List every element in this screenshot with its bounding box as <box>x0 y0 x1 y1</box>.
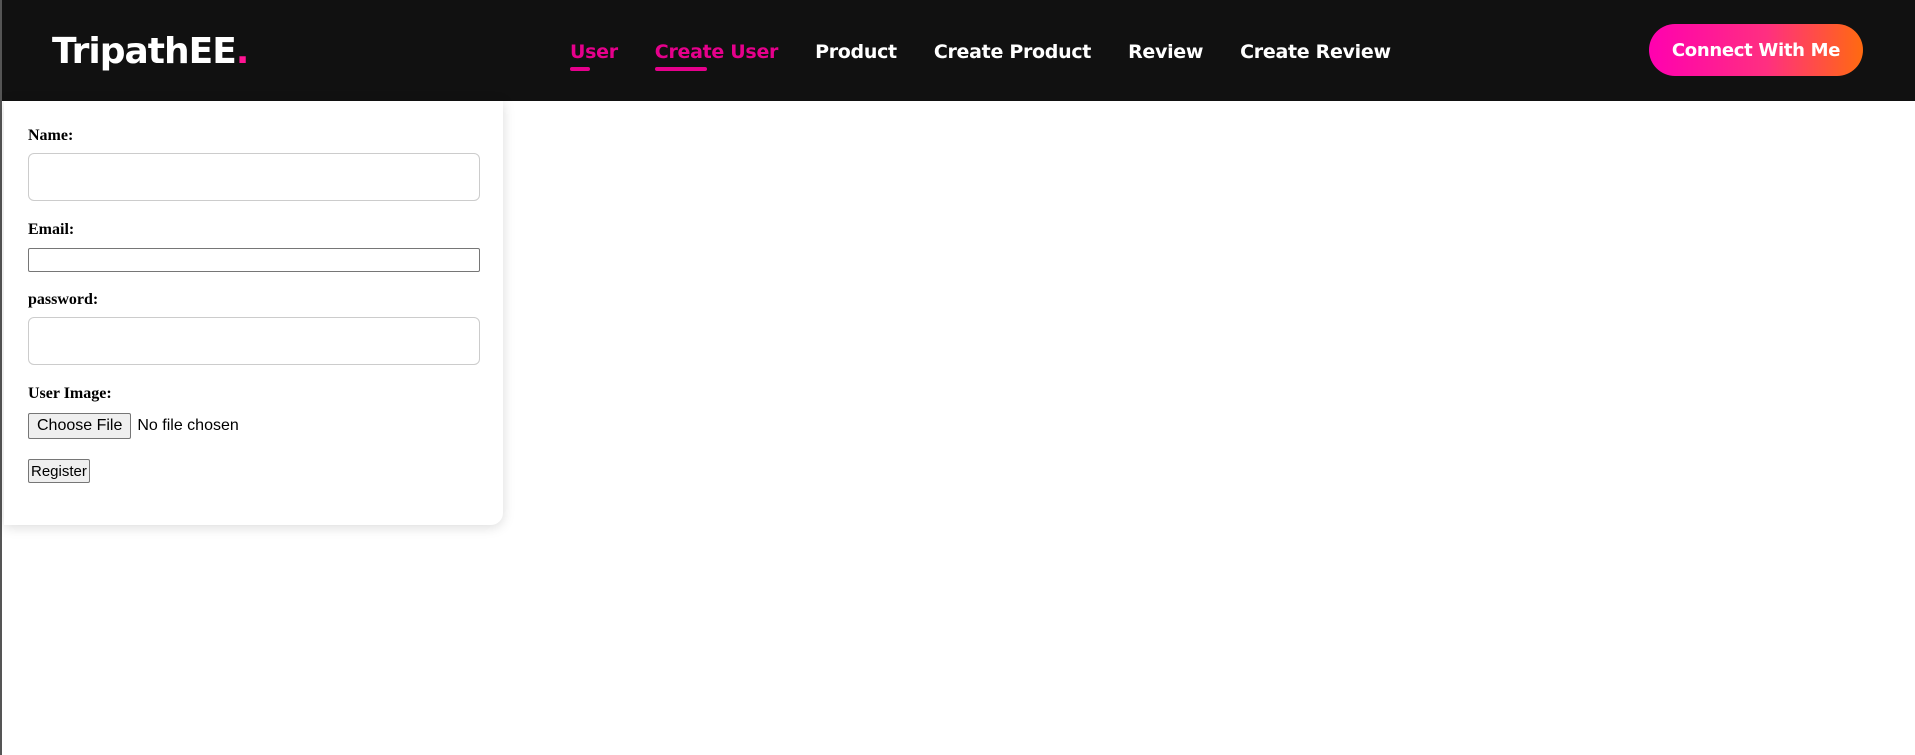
user-image-label: User Image: <box>28 385 112 402</box>
password-label: password: <box>28 291 99 308</box>
nav-link-product[interactable]: Product <box>815 38 897 66</box>
main-nav: User Create User Product Create Product … <box>570 38 1391 71</box>
active-underline <box>654 67 707 71</box>
email-input[interactable] <box>28 248 480 272</box>
brand-logo[interactable]: TripathEE. <box>52 28 250 76</box>
password-input[interactable] <box>28 317 480 365</box>
navbar: TripathEE. User Create User Product Crea… <box>2 0 1915 101</box>
nav-link-label: Review <box>1128 41 1204 63</box>
register-form: Name: Email: password: User Image: Choos… <box>4 101 503 525</box>
name-input[interactable] <box>28 153 480 201</box>
page: TripathEE. User Create User Product Crea… <box>0 0 1915 755</box>
nav-link-label: Create Review <box>1240 41 1391 63</box>
brand-dot: . <box>235 31 250 72</box>
nav-link-review[interactable]: Review <box>1128 38 1203 66</box>
nav-link-label: Create User <box>654 41 779 63</box>
nav-link-create-product[interactable]: Create Product <box>933 38 1092 66</box>
active-underline <box>570 67 590 71</box>
nav-link-label: User <box>570 41 618 63</box>
email-label: Email: <box>28 221 75 238</box>
register-button[interactable]: Register <box>28 459 90 483</box>
file-picker: Choose File No file chosen <box>28 413 239 439</box>
choose-file-button[interactable]: Choose File <box>28 413 132 439</box>
name-label: Name: <box>28 127 74 144</box>
nav-link-label: Product <box>815 41 897 63</box>
brand-name: TripathEE <box>52 31 237 72</box>
connect-with-me-button[interactable]: Connect With Me <box>1649 24 1863 76</box>
nav-link-create-review[interactable]: Create Review <box>1240 38 1391 66</box>
file-status-text: No file chosen <box>137 417 239 434</box>
nav-link-user[interactable]: User <box>570 38 618 71</box>
nav-link-label: Create Product <box>933 41 1092 63</box>
nav-link-create-user[interactable]: Create User <box>654 38 779 71</box>
